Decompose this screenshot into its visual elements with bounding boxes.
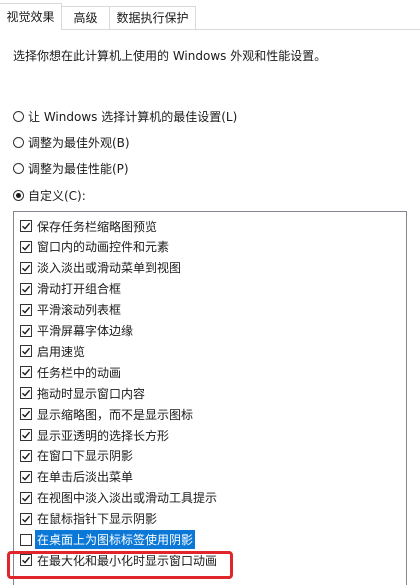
checkbox-checked[interactable]	[20, 408, 32, 421]
effect-item[interactable]: 在单击后淡出菜单	[20, 468, 133, 486]
radio-best-appearance[interactable]: 调整为最佳外观(B)	[13, 133, 130, 151]
effect-label: 显示缩略图，而不是显示图标	[37, 407, 194, 422]
radio-label: 自定义(C):	[28, 188, 86, 203]
effect-item[interactable]: 平滑屏幕字体边缘	[20, 322, 133, 340]
effect-item[interactable]: 在桌面上为图标标签使用阴影	[20, 530, 196, 549]
checkbox-checked[interactable]	[20, 261, 32, 274]
effect-item[interactable]: 窗口内的动画控件和元素	[20, 238, 169, 256]
checkmark-icon	[22, 431, 31, 439]
effect-label: 窗口内的动画控件和元素	[37, 240, 170, 255]
checkbox-checked[interactable]	[20, 220, 32, 232]
checkmark-icon	[22, 222, 31, 230]
checkbox-checked[interactable]	[20, 282, 32, 295]
radio-button[interactable]	[13, 110, 24, 122]
checkmark-icon	[22, 389, 31, 397]
tab-advanced[interactable]: 高级	[62, 6, 110, 29]
effect-label: 平滑屏幕字体边缘	[37, 324, 134, 338]
checkbox-checked[interactable]	[20, 491, 32, 504]
checkmark-icon	[22, 557, 31, 565]
checkmark-icon	[22, 515, 31, 523]
effects-listbox[interactable]: 保存任务栏缩略图预览 窗口内的动画控件和元素 淡入淡出或滑动菜单到视图 滑动打开组合框…	[13, 211, 407, 585]
checkbox-checked[interactable]	[20, 512, 32, 525]
checkmark-icon	[22, 410, 31, 418]
radio-best-performance[interactable]: 调整为最佳性能(P)	[13, 159, 129, 177]
checkmark-icon	[22, 348, 31, 356]
radio-label: 让 Windows 选择计算机的最佳设置(L)	[28, 109, 238, 124]
radio-custom[interactable]: 自定义(C):	[13, 186, 86, 204]
checkmark-icon	[22, 494, 31, 502]
effect-label: 保存任务栏缩略图预览	[37, 219, 158, 234]
radio-button[interactable]	[13, 162, 24, 174]
effect-item[interactable]: 显示缩略图，而不是显示图标	[20, 405, 193, 423]
effect-label: 在最大化和最小化时显示窗口动画	[37, 553, 218, 568]
effect-label: 显示亚透明的选择长方形	[37, 428, 170, 443]
checkbox-checked[interactable]	[20, 429, 32, 441]
checkbox-checked[interactable]	[20, 449, 32, 462]
checkbox-unchecked[interactable]	[20, 533, 32, 546]
effect-item[interactable]: 在鼠标指针下显示阴影	[20, 510, 157, 528]
checkbox-checked[interactable]	[20, 387, 32, 400]
checkbox-checked[interactable]	[20, 303, 32, 316]
checkbox-checked[interactable]	[20, 470, 32, 483]
effect-label: 滑动打开组合框	[37, 282, 122, 297]
effect-item[interactable]: 在最大化和最小化时显示窗口动画	[20, 551, 217, 569]
effect-label: 在视图中淡入淡出或滑动工具提示	[37, 491, 218, 506]
effect-label: 在窗口下显示阴影	[37, 449, 134, 464]
checkbox-checked[interactable]	[20, 554, 32, 567]
effect-item[interactable]: 保存任务栏缩略图预览	[20, 217, 157, 235]
effect-label: 在桌面上为图标标签使用阴影	[35, 530, 196, 549]
checkmark-icon	[22, 369, 31, 376]
checkmark-icon	[22, 452, 31, 460]
radio-label: 调整为最佳性能(P)	[28, 161, 129, 176]
checkmark-icon	[22, 306, 31, 314]
checkmark-icon	[22, 264, 31, 272]
effect-label: 在鼠标指针下显示阴影	[37, 512, 158, 527]
checkbox-checked[interactable]	[20, 345, 32, 358]
tab-visual-effects[interactable]: 视觉效果	[0, 3, 62, 30]
effect-label: 拖动时显示窗口内容	[37, 386, 146, 401]
checkmark-icon	[22, 243, 31, 251]
radio-let-windows-choose[interactable]: 让 Windows 选择计算机的最佳设置(L)	[13, 107, 237, 125]
effect-item[interactable]: 任务栏中的动画	[20, 363, 121, 381]
effect-item[interactable]: 滑动打开组合框	[20, 280, 121, 298]
effect-item[interactable]: 在窗口下显示阴影	[20, 447, 133, 465]
effect-label: 在单击后淡出菜单	[37, 470, 134, 485]
effect-label: 淡入淡出或滑动菜单到视图	[37, 261, 182, 276]
tab-data-execution-prevention[interactable]: 数据执行保护	[110, 6, 196, 29]
radio-label: 调整为最佳外观(B)	[28, 135, 130, 150]
checkbox-checked[interactable]	[20, 240, 32, 253]
checkmark-icon	[22, 473, 31, 481]
effect-item[interactable]: 在视图中淡入淡出或滑动工具提示	[20, 489, 217, 507]
effect-item[interactable]: 淡入淡出或滑动菜单到视图	[20, 259, 181, 277]
checkmark-icon	[22, 327, 31, 335]
visual-effects-page: 选择你想在此计算机上使用的 Windows 外观和性能设置。 让 Windows…	[0, 30, 420, 585]
effect-item[interactable]: 显示亚透明的选择长方形	[20, 426, 169, 444]
checkbox-checked[interactable]	[20, 366, 32, 379]
radio-button[interactable]	[13, 136, 24, 148]
description-text: 选择你想在此计算机上使用的 Windows 外观和性能设置。	[13, 49, 327, 63]
effect-item[interactable]: 拖动时显示窗口内容	[20, 384, 145, 402]
checkbox-checked[interactable]	[20, 324, 32, 337]
effect-label: 启用速览	[37, 344, 86, 359]
radio-button[interactable]	[13, 189, 24, 201]
tab-strip: 视觉效果 高级 数据执行保护	[0, 0, 420, 30]
checkmark-icon	[22, 285, 31, 293]
effect-item[interactable]: 启用速览	[20, 342, 85, 360]
effect-item[interactable]: 平滑滚动列表框	[20, 301, 121, 319]
effect-label: 平滑滚动列表框	[37, 303, 122, 318]
effect-label: 任务栏中的动画	[37, 365, 122, 380]
